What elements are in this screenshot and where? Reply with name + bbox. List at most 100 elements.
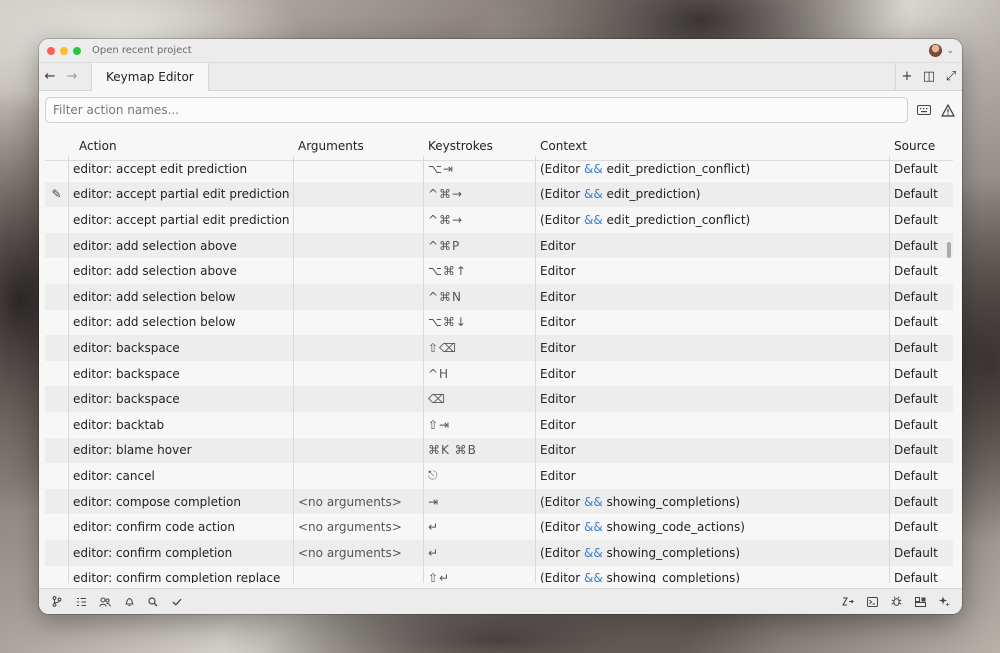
table-row[interactable]: editor: add selection above ⌥⌘↑ Editor Defa… bbox=[45, 258, 953, 284]
context-text: Editor bbox=[540, 417, 576, 432]
context-cell: Editor bbox=[536, 232, 890, 259]
context-text: (Editor bbox=[540, 494, 585, 509]
row-edit-cell[interactable] bbox=[45, 463, 69, 489]
keyboard-icon[interactable] bbox=[916, 105, 932, 115]
row-edit-cell[interactable] bbox=[45, 309, 69, 336]
new-tab-button[interactable]: + bbox=[896, 63, 918, 90]
outline-icon[interactable] bbox=[69, 597, 93, 607]
table-row[interactable]: editor: confirm completion <no arguments>… bbox=[45, 539, 953, 566]
tab-keymap-editor[interactable]: Keymap Editor bbox=[91, 63, 209, 91]
table-row[interactable]: editor: backspace ^H Editor Default bbox=[45, 360, 953, 387]
source-cell: Default bbox=[894, 392, 938, 407]
split-pane-button[interactable]: ◫ bbox=[918, 63, 940, 90]
row-edit-cell[interactable] bbox=[45, 437, 69, 464]
edit-prediction-icon[interactable] bbox=[836, 596, 860, 607]
row-edit-cell[interactable]: ✎ bbox=[45, 181, 69, 208]
arguments-cell bbox=[294, 232, 424, 259]
context-cell: Editor bbox=[536, 386, 890, 412]
column-header-keystrokes[interactable]: Keystrokes bbox=[424, 139, 536, 153]
context-cell: Editor bbox=[536, 309, 890, 336]
row-edit-cell[interactable] bbox=[45, 283, 69, 310]
bell-icon[interactable] bbox=[117, 596, 141, 607]
source-cell: Default bbox=[894, 366, 938, 381]
collab-icon[interactable] bbox=[93, 597, 117, 607]
search-input[interactable] bbox=[45, 97, 908, 123]
keystrokes-cell: ⌥⇥ bbox=[424, 156, 536, 182]
context-cell: (Editor && edit_prediction_conflict) bbox=[536, 156, 890, 182]
table-row[interactable]: editor: accept edit prediction ⌥⇥ (Editor … bbox=[45, 156, 953, 182]
debug-icon[interactable] bbox=[884, 596, 908, 607]
column-header-source[interactable]: Source bbox=[890, 139, 953, 153]
context-operator: && bbox=[584, 212, 603, 227]
source-cell: Default bbox=[894, 315, 938, 330]
back-button[interactable]: ← bbox=[39, 63, 61, 90]
context-text: edit_prediction_conflict) bbox=[602, 161, 751, 176]
row-edit-cell[interactable] bbox=[45, 386, 69, 412]
table-row[interactable]: editor: backtab ⇧⇥ Editor Default bbox=[45, 411, 953, 438]
table-row[interactable]: ✎ editor: accept partial edit prediction ^… bbox=[45, 181, 953, 208]
row-edit-cell[interactable] bbox=[45, 335, 69, 361]
context-cell: Editor bbox=[536, 463, 890, 489]
scrollbar-thumb[interactable] bbox=[947, 242, 951, 258]
table-body: editor: accept edit prediction ⌥⇥ (Editor … bbox=[45, 156, 953, 583]
row-edit-cell[interactable] bbox=[45, 232, 69, 259]
row-edit-cell[interactable] bbox=[45, 156, 69, 182]
keystrokes-cell: ^H bbox=[424, 360, 536, 387]
warning-icon[interactable] bbox=[940, 103, 956, 117]
table-row[interactable]: editor: compose completion <no arguments>… bbox=[45, 488, 953, 515]
zoom-window-button[interactable] bbox=[73, 46, 81, 55]
panel-icon[interactable] bbox=[908, 596, 932, 607]
terminal-icon[interactable] bbox=[860, 596, 884, 607]
open-recent-project-button[interactable]: Open recent project bbox=[92, 45, 192, 56]
forward-button[interactable]: → bbox=[61, 63, 83, 90]
context-cell: (Editor && edit_prediction_conflict) bbox=[536, 207, 890, 233]
column-header-action[interactable]: Action bbox=[69, 139, 294, 153]
table-row[interactable]: editor: backspace ⌫ Editor Default bbox=[45, 386, 953, 412]
row-edit-cell[interactable] bbox=[45, 565, 69, 583]
expand-icon[interactable]: ⤢ bbox=[940, 63, 962, 90]
context-text: (Editor bbox=[540, 545, 585, 560]
table-row[interactable]: editor: add selection above ^⌘P Editor Defa… bbox=[45, 232, 953, 259]
context-cell: (Editor && showing_completions) bbox=[536, 565, 890, 583]
status-bar bbox=[39, 588, 962, 614]
table-row[interactable]: editor: blame hover ⌘K ⌘B Editor Default bbox=[45, 437, 953, 464]
table-row[interactable]: editor: cancel ⎋ Editor Default bbox=[45, 463, 953, 489]
arguments-cell bbox=[294, 309, 424, 336]
row-edit-cell[interactable] bbox=[45, 360, 69, 387]
table-row[interactable]: editor: confirm code action <no arguments… bbox=[45, 514, 953, 540]
table-row[interactable]: editor: add selection below ⌥⌘↓ Editor Defa… bbox=[45, 309, 953, 336]
checkmark-icon[interactable] bbox=[165, 598, 189, 606]
source-cell: Default bbox=[894, 264, 938, 279]
git-branch-icon[interactable] bbox=[45, 596, 69, 607]
assistant-icon[interactable] bbox=[932, 596, 956, 607]
column-header-context[interactable]: Context bbox=[536, 139, 890, 153]
row-edit-cell[interactable] bbox=[45, 539, 69, 566]
context-text: Editor bbox=[540, 340, 576, 355]
avatar[interactable] bbox=[929, 44, 943, 57]
keymap-table: Action Arguments Keystrokes Context Sour… bbox=[45, 131, 953, 583]
context-cell: Editor bbox=[536, 411, 890, 438]
source-cell: Default bbox=[894, 187, 938, 202]
arguments-cell: <no arguments> bbox=[294, 539, 424, 566]
context-text: (Editor bbox=[540, 520, 585, 535]
table-row[interactable]: editor: backspace ⇧⌫ Editor Default bbox=[45, 335, 953, 361]
search-row bbox=[39, 91, 962, 129]
row-edit-cell[interactable] bbox=[45, 514, 69, 540]
row-edit-cell[interactable] bbox=[45, 488, 69, 515]
keystrokes-cell: ⌘K ⌘B bbox=[424, 437, 536, 464]
search-icon[interactable] bbox=[141, 596, 165, 607]
minimize-window-button[interactable] bbox=[60, 46, 68, 55]
row-edit-cell[interactable] bbox=[45, 411, 69, 438]
column-header-arguments[interactable]: Arguments bbox=[294, 139, 424, 153]
action-cell: editor: accept edit prediction bbox=[69, 156, 294, 182]
table-row[interactable]: editor: add selection below ^⌘N Editor Defa… bbox=[45, 283, 953, 310]
row-edit-cell[interactable] bbox=[45, 258, 69, 284]
table-row[interactable]: editor: accept partial edit prediction ^⌘… bbox=[45, 207, 953, 233]
chevron-down-icon[interactable]: ⌄ bbox=[946, 46, 954, 56]
source-cell: Default bbox=[894, 545, 938, 560]
row-edit-cell[interactable] bbox=[45, 207, 69, 233]
table-row[interactable]: editor: confirm completion replace ⇧↵ (Edi… bbox=[45, 565, 953, 583]
pencil-icon[interactable]: ✎ bbox=[51, 187, 61, 201]
close-window-button[interactable] bbox=[47, 46, 55, 55]
arguments-cell bbox=[294, 437, 424, 464]
